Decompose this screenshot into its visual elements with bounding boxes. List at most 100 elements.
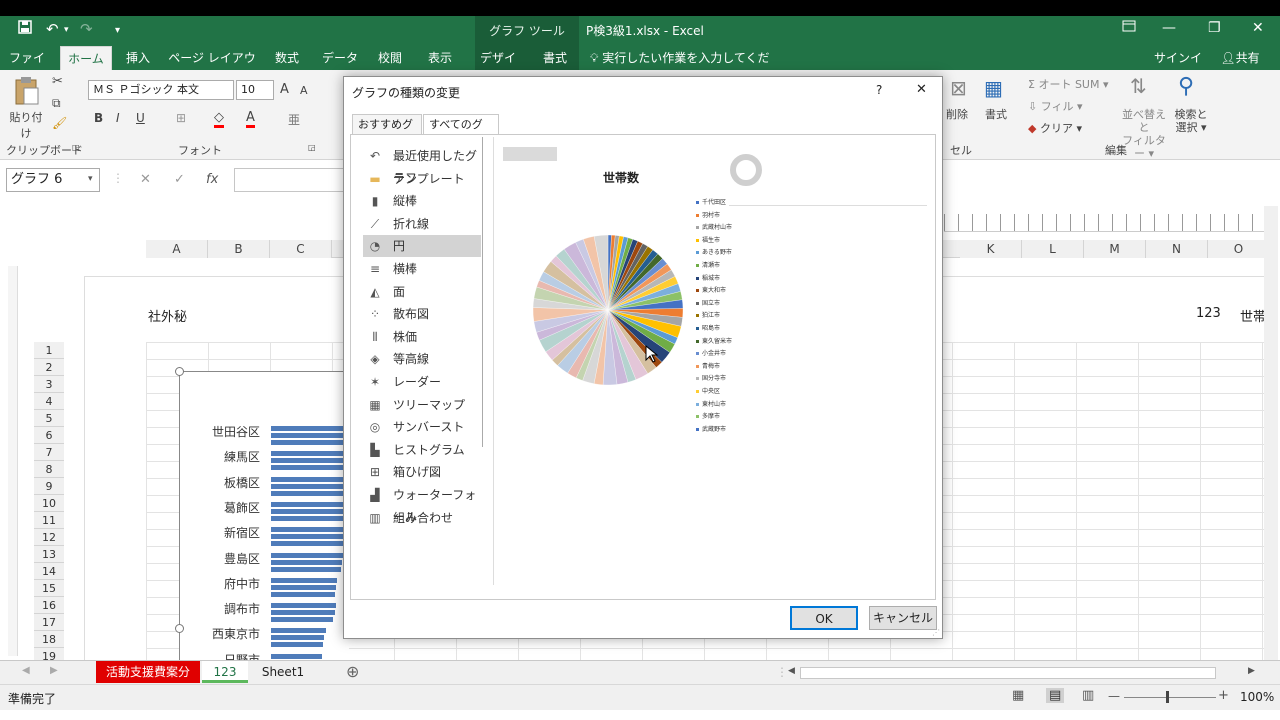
chart-category-item[interactable]: ▙ ヒストグラム xyxy=(363,439,481,461)
row-header[interactable]: 17 xyxy=(34,614,64,631)
hscroll-right-icon[interactable]: ▶ xyxy=(1248,666,1255,676)
tab-file[interactable]: ファイル xyxy=(4,46,50,89)
format-painter-icon[interactable]: 🖌︎ xyxy=(52,116,67,130)
tab-format[interactable]: 書式 xyxy=(536,46,574,70)
chart-category-item[interactable]: ◈ 等高線 xyxy=(363,348,481,370)
bar-mark[interactable] xyxy=(271,591,335,597)
phonetic-icon[interactable]: 亜 xyxy=(288,111,300,128)
sheet-tab-activity-support[interactable]: 活動支援費案分 xyxy=(96,661,200,683)
bar-mark[interactable] xyxy=(271,642,324,648)
clipboard-launcher-icon[interactable]: ◲ xyxy=(72,143,80,152)
bar-mark[interactable] xyxy=(271,617,334,623)
horizontal-scrollbar[interactable] xyxy=(800,667,1216,679)
row-header[interactable]: 4 xyxy=(34,393,64,410)
column-header-a[interactable]: A xyxy=(146,240,208,258)
name-box-dropdown-icon[interactable]: ▾ xyxy=(88,174,93,184)
grow-font-button[interactable]: A xyxy=(280,82,289,97)
tab-data[interactable]: データ xyxy=(316,46,364,70)
format-cells-button[interactable]: 書式 xyxy=(982,106,1010,122)
ok-button[interactable]: OK xyxy=(790,606,858,630)
paste-button[interactable]: 貼り付け xyxy=(6,76,46,141)
dialog-close-button[interactable]: ✕ xyxy=(916,82,927,97)
row-header[interactable]: 11 xyxy=(34,512,64,529)
customize-quick-access-icon[interactable]: ▾ xyxy=(115,25,120,36)
row-header[interactable]: 9 xyxy=(34,478,64,495)
bar-mark[interactable] xyxy=(271,451,349,457)
chart-category-item[interactable]: ✶ レーダー xyxy=(363,371,481,393)
autosum-button[interactable]: Σ オート SUM ▾ xyxy=(1028,76,1109,92)
share-button[interactable]: 👤︎共有 xyxy=(1212,46,1268,70)
zoom-slider-thumb[interactable] xyxy=(1166,691,1169,703)
chart-category-item[interactable]: ▬ テンプレート xyxy=(363,168,481,190)
scroll-tabs-left-icon[interactable]: ◀ xyxy=(22,665,30,676)
hscroll-left-icon[interactable]: ◀ xyxy=(788,666,795,676)
bar-mark[interactable] xyxy=(271,534,344,540)
tab-design[interactable]: デザイン xyxy=(476,46,520,89)
bar-mark[interactable] xyxy=(271,508,346,514)
column-header-k[interactable]: K xyxy=(960,240,1022,258)
bar-mark[interactable] xyxy=(271,628,326,634)
chart-category-item[interactable]: ▮ 縦棒 xyxy=(363,190,481,212)
column-header-b[interactable]: B xyxy=(208,240,270,258)
chart-category-item[interactable]: ▟ ウォーターフォール xyxy=(363,484,481,524)
font-size-combo[interactable]: 10 xyxy=(236,80,274,100)
zoom-in-icon[interactable]: + xyxy=(1218,688,1229,703)
bar-mark[interactable] xyxy=(271,426,349,431)
tell-me-box[interactable]: 💡︎ 実行したい作業を入力してください... xyxy=(590,46,780,89)
chart-category-item[interactable]: ⁘ 散布図 xyxy=(363,303,481,325)
zoom-out-icon[interactable]: — xyxy=(1108,689,1120,703)
sort-filter-icon[interactable]: ⇅ xyxy=(1130,74,1147,98)
enter-icon[interactable]: ✓ xyxy=(174,172,185,187)
column-header-c[interactable]: C xyxy=(270,240,332,258)
bar-mark[interactable] xyxy=(271,433,348,438)
bar-mark[interactable] xyxy=(271,566,342,572)
row-header[interactable]: 3 xyxy=(34,376,64,393)
bar-mark[interactable] xyxy=(271,552,344,558)
sheet-tab-123[interactable]: 123 xyxy=(202,661,248,683)
save-icon[interactable] xyxy=(18,20,32,38)
bar-mark[interactable] xyxy=(271,577,338,583)
tab-formulas[interactable]: 数式 xyxy=(266,46,308,70)
font-name-combo[interactable]: ＭＳ Ｐゴシック 本文 xyxy=(88,80,234,100)
bar-mark[interactable] xyxy=(271,610,335,616)
bar-mark[interactable] xyxy=(271,458,348,464)
column-header-o[interactable]: O xyxy=(1208,240,1270,258)
row-header[interactable]: 5 xyxy=(34,410,64,427)
sheet-tab-sheet1[interactable]: Sheet1 xyxy=(252,661,314,683)
chart-category-item[interactable]: ↶ 最近使用したグラフ xyxy=(363,145,481,185)
row-header[interactable]: 18 xyxy=(34,631,64,648)
chart-category-item[interactable]: ⫴ 株価 xyxy=(363,326,481,348)
find-magnifier-icon[interactable]: ⚲ xyxy=(1178,74,1194,99)
chart-category-item[interactable]: ◎ サンバースト xyxy=(363,416,481,438)
tab-split-icon[interactable]: ⋮ xyxy=(776,665,788,679)
row-header[interactable]: 16 xyxy=(34,597,64,614)
add-sheet-icon[interactable]: ⊕ xyxy=(346,662,359,681)
ribbon-display-options-icon[interactable] xyxy=(1122,20,1136,36)
delete-cells-button[interactable]: 削除 xyxy=(944,106,970,122)
row-header[interactable]: 13 xyxy=(34,546,64,563)
shrink-font-button[interactable]: A xyxy=(300,84,308,97)
undo-dropdown-icon[interactable]: ▾ xyxy=(64,25,69,35)
zoom-slider[interactable] xyxy=(1124,697,1216,698)
vertical-scrollbar[interactable] xyxy=(1264,206,1278,660)
chart-category-item[interactable]: ⟋ 折れ線 xyxy=(363,213,481,235)
tab-review[interactable]: 校閲 xyxy=(372,46,408,70)
bar-mark[interactable] xyxy=(271,483,347,489)
chart-category-item[interactable]: ≡ 横棒 xyxy=(363,258,481,280)
row-header[interactable]: 1 xyxy=(34,342,64,359)
insert-function-icon[interactable]: fx xyxy=(206,172,218,187)
format-cells-icon[interactable]: ▦ xyxy=(984,76,1003,100)
sign-in-link[interactable]: サインイン xyxy=(1152,46,1204,89)
bar-mark[interactable] xyxy=(271,490,346,496)
bar-mark[interactable] xyxy=(271,476,348,482)
column-header-m[interactable]: M xyxy=(1084,240,1146,258)
cancel-icon[interactable]: ✕ xyxy=(140,172,151,187)
fill-color-icon[interactable]: ◇ xyxy=(214,110,224,128)
zoom-level[interactable]: 100% xyxy=(1240,690,1274,704)
row-header[interactable]: 15 xyxy=(34,580,64,597)
tab-home[interactable]: ホーム xyxy=(60,46,112,70)
column-header-n[interactable]: N xyxy=(1146,240,1208,258)
restore-icon[interactable]: ❐ xyxy=(1208,20,1221,36)
chart-category-item[interactable]: ▥ 組み合わせ xyxy=(363,507,481,529)
column-header-l[interactable]: L xyxy=(1022,240,1084,258)
